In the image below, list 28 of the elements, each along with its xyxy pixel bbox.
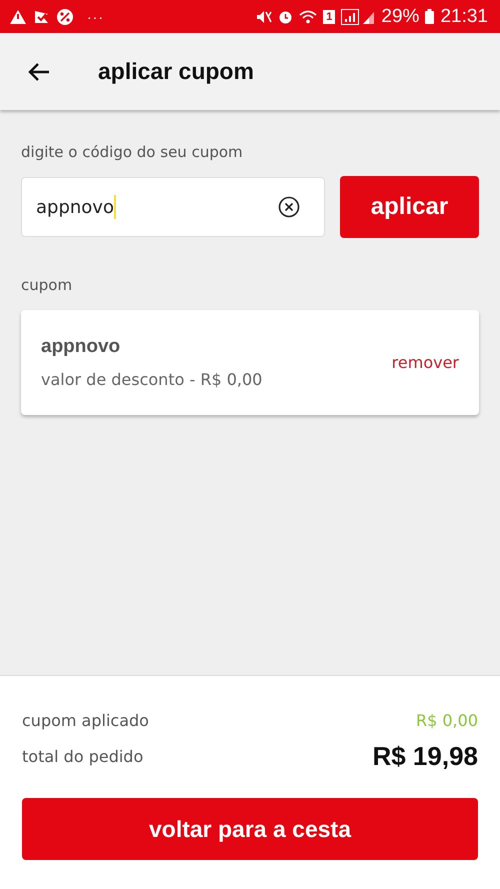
wifi-icon xyxy=(299,10,318,24)
more-indicator: ··· xyxy=(87,8,104,24)
checkmark-icon xyxy=(34,10,49,24)
discount-text: valor de desconto - R$ 0,00 xyxy=(41,370,264,389)
battery-percent: 29% xyxy=(381,6,420,28)
back-arrow-icon xyxy=(28,62,50,82)
section-label: cupom xyxy=(21,276,74,294)
clear-button[interactable] xyxy=(278,196,300,218)
signal-icon xyxy=(341,8,376,24)
discount-amount: R$ 0,00 xyxy=(416,710,478,730)
clock: 21:31 xyxy=(440,6,488,28)
remove-link[interactable]: remover xyxy=(392,353,459,372)
screen-title: aplicar cupom xyxy=(98,58,254,85)
summary-label: total do pedido xyxy=(22,746,144,766)
coupon-code: appnovo xyxy=(41,336,122,358)
field-label: digite o código do seu cupom xyxy=(21,143,244,161)
apply-button[interactable]: aplicar xyxy=(340,176,479,238)
total-amount: R$ 19,98 xyxy=(372,740,478,772)
battery-icon xyxy=(425,9,434,24)
mute-icon xyxy=(256,10,272,24)
alarm-icon xyxy=(278,9,294,24)
coupon-input-field[interactable]: appnovo xyxy=(21,177,325,237)
back-to-cart-button[interactable]: voltar para a cesta xyxy=(22,798,478,860)
sim-badge: 1 xyxy=(323,10,336,24)
clear-icon xyxy=(278,196,300,218)
percent-icon xyxy=(57,8,73,24)
summary-label: cupom aplicado xyxy=(22,710,149,730)
warning-icon xyxy=(10,10,26,24)
